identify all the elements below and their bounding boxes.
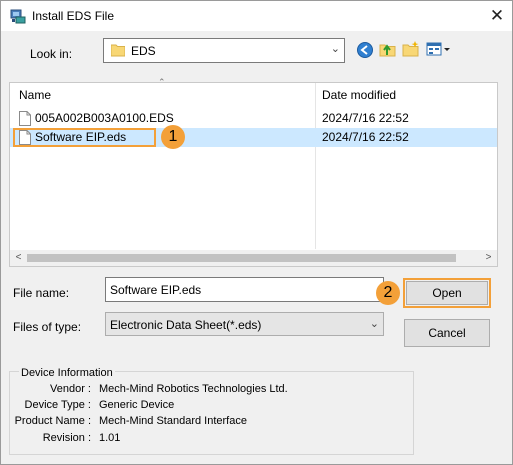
device-info-title: Device Information xyxy=(19,367,115,379)
close-button[interactable]: ✕ xyxy=(482,1,512,31)
column-header-name[interactable]: Name xyxy=(19,83,51,107)
file-date: 2024/7/16 22:52 xyxy=(322,130,409,144)
window-title: Install EDS File xyxy=(32,9,115,23)
info-key: Revision : xyxy=(42,432,91,444)
column-divider xyxy=(315,83,316,249)
close-icon: ✕ xyxy=(489,6,505,25)
title-bar: Install EDS File ✕ xyxy=(1,1,512,31)
info-value: Generic Device xyxy=(99,399,175,411)
step-badge-2: 2 xyxy=(376,281,400,305)
look-in-dropdown[interactable]: EDS ⌄ xyxy=(103,38,345,63)
info-key: Product Name : xyxy=(14,415,91,427)
annotation-highlight-box xyxy=(13,128,156,147)
sort-ascending-icon: ⌃ xyxy=(158,77,166,87)
info-value: Mech-Mind Standard Interface xyxy=(99,415,247,427)
look-in-label: Look in: xyxy=(30,47,73,61)
file-row-selected[interactable]: Software EIP.eds 2024/7/16 22:52 xyxy=(10,128,497,147)
info-value: 1.01 xyxy=(99,432,121,444)
file-row[interactable]: 005A002B003A0100.EDS 2024/7/16 22:52 xyxy=(10,109,497,128)
back-icon[interactable] xyxy=(356,41,374,59)
file-type-value: Electronic Data Sheet(*.eds) xyxy=(110,318,262,332)
scroll-left-icon[interactable]: < xyxy=(10,250,27,266)
new-folder-icon[interactable] xyxy=(402,40,420,58)
file-icon xyxy=(19,111,31,126)
horizontal-scrollbar[interactable]: < > xyxy=(10,250,497,266)
file-type-label: Files of type: xyxy=(13,320,82,334)
chevron-down-icon: ⌄ xyxy=(369,318,379,330)
info-value: Mech-Mind Robotics Technologies Ltd. xyxy=(99,383,288,395)
folder-icon xyxy=(111,44,125,57)
scrollbar-thumb[interactable] xyxy=(27,254,456,262)
file-name-label: File name: xyxy=(13,286,70,300)
file-name: 005A002B003A0100.EDS xyxy=(35,111,174,125)
scroll-right-icon[interactable]: > xyxy=(480,250,497,266)
annotation-highlight-box xyxy=(403,278,491,308)
column-header-date[interactable]: Date modified xyxy=(322,83,396,107)
file-name-input[interactable]: Software EIP.eds xyxy=(105,277,384,302)
app-icon xyxy=(10,9,26,24)
step-badge-1: 1 xyxy=(161,125,185,149)
info-key: Device Type : xyxy=(24,399,91,411)
chevron-down-icon: ⌄ xyxy=(330,43,340,55)
file-type-dropdown[interactable]: Electronic Data Sheet(*.eds) ⌄ xyxy=(105,312,384,336)
install-eds-dialog: Install EDS File ✕ Look in: EDS ⌄ ⌃ Name… xyxy=(0,0,513,465)
look-in-value: EDS xyxy=(131,44,156,58)
cancel-button[interactable]: Cancel xyxy=(404,319,490,347)
file-date: 2024/7/16 22:52 xyxy=(322,111,409,125)
up-folder-icon[interactable] xyxy=(379,40,397,58)
view-menu-icon[interactable] xyxy=(426,41,452,59)
file-list[interactable]: ⌃ Name Date modified 005A002B003A0100.ED… xyxy=(9,77,498,267)
file-name-value: Software EIP.eds xyxy=(110,283,202,297)
info-key: Vendor : xyxy=(50,383,91,395)
